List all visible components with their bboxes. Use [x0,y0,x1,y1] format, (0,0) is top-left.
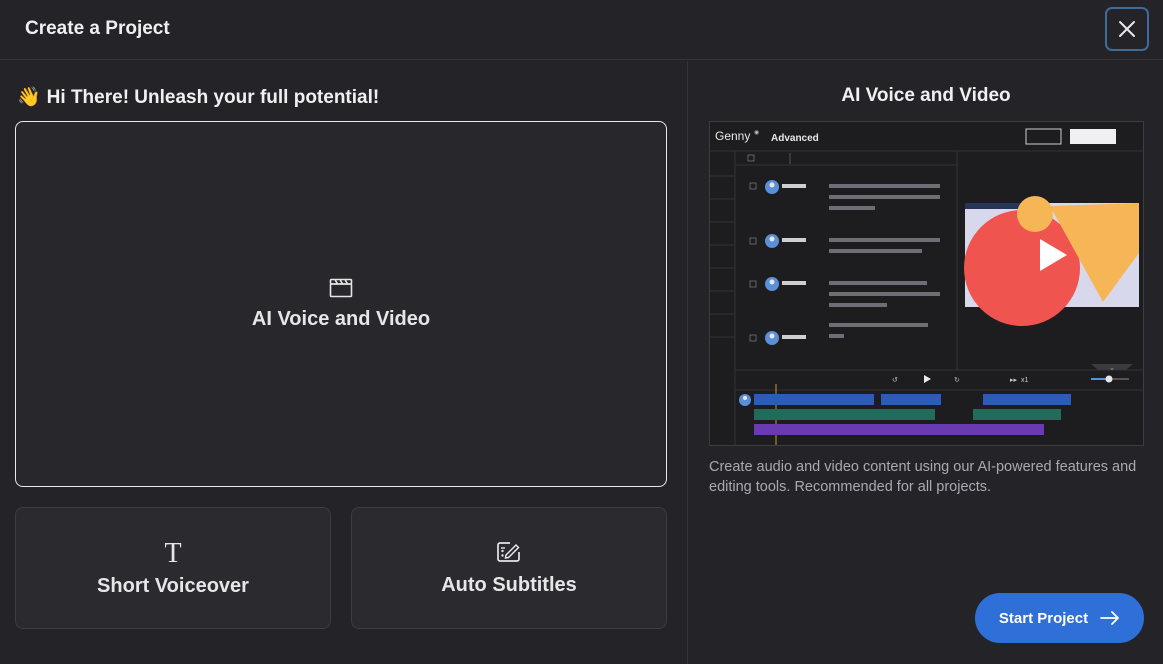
editor-preview-illustration: Genny ◉ Advanced ⌄ ↺ ↻ ▸▸ x1 [710,122,1143,445]
start-project-button[interactable]: Start Project [975,593,1144,643]
short-voiceover-label: Short Voiceover [97,574,249,597]
ai-voice-video-label: AI Voice and Video [251,307,431,330]
preview-panel: AI Voice and Video Genny ◉ Advanced ⌄ ↺ … [687,61,1163,664]
preview-image: Genny ◉ Advanced ⌄ ↺ ↻ ▸▸ x1 [709,121,1144,446]
wave-emoji: 👋 [17,87,41,108]
preview-app-name: Genny [715,129,750,143]
ai-voice-video-option[interactable]: AI Voice and Video [15,121,667,487]
svg-text:T: T [164,539,181,565]
preview-speed: x1 [1021,377,1029,384]
greeting: 👋 Hi There! Unleash your full potential! [17,85,379,109]
svg-text:▸▸: ▸▸ [1010,377,1018,384]
preview-mode: Advanced [771,133,819,144]
auto-subtitles-option[interactable]: Auto Subtitles [351,507,667,629]
auto-subtitles-label: Auto Subtitles [441,573,577,596]
short-voiceover-option[interactable]: T Short Voiceover [15,507,331,629]
svg-text:◉: ◉ [754,130,759,136]
svg-text:↻: ↻ [954,377,960,384]
text-icon: T [164,539,181,565]
arrow-right-icon [1100,611,1119,625]
subtitles-edit-icon [497,541,520,562]
preview-title: AI Voice and Video [841,85,1011,106]
project-type-list: 👋 Hi There! Unleash your full potential! … [0,61,687,664]
close-icon [1119,21,1135,37]
dialog-title: Create a Project [25,18,170,39]
start-project-label: Start Project [998,609,1089,627]
dialog-header: Create a Project [0,0,1163,60]
clapperboard-icon [329,278,353,297]
greeting-text: Hi There! Unleash your full potential! [46,87,380,108]
svg-text:↺: ↺ [892,377,898,384]
svg-text:⌄: ⌄ [1109,365,1115,372]
close-button[interactable] [1105,7,1149,51]
preview-description: Create audio and video content using our… [709,459,1137,495]
